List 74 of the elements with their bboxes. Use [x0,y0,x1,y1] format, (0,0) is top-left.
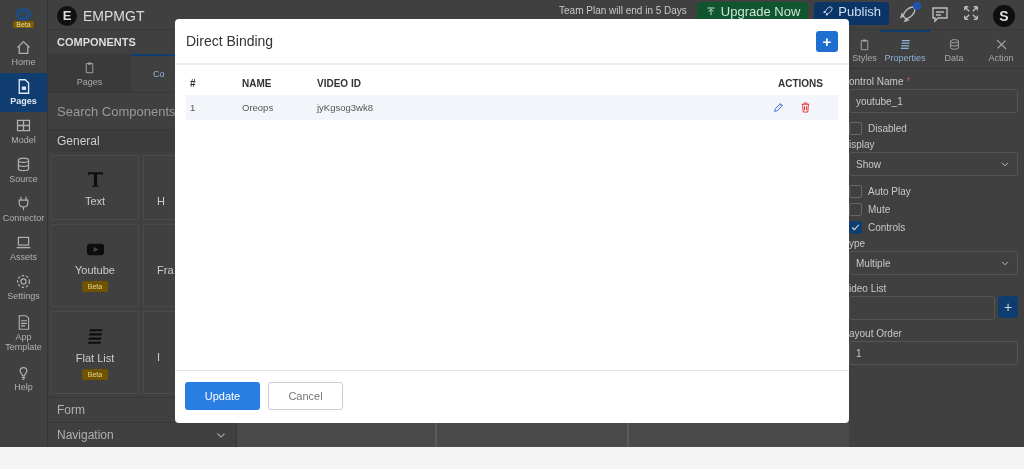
checkbox-label: Auto Play [868,185,911,197]
logo-icon [14,6,33,23]
field-label: ideo List [849,282,888,296]
project-name: EMPMGT [83,7,145,24]
sidebar-item[interactable]: Model [0,112,47,151]
field-label: isplay [849,138,876,152]
column-header: NAME [242,77,272,89]
delete-icon[interactable] [799,101,812,114]
rocket-icon [822,5,835,17]
component-label: Fra [157,263,174,276]
column-header: VIDEO ID [317,77,361,89]
text-field[interactable]: 1 [849,341,1018,365]
project-logo: E [57,5,77,26]
database-icon [947,37,961,51]
column-header: ACTIONS [778,77,823,89]
database-icon [15,156,32,174]
add-button[interactable]: + [816,30,838,52]
cancel-button[interactable]: Cancel [268,382,343,410]
check-icon [850,221,861,233]
edit-icon[interactable] [772,101,785,114]
panel-tab[interactable]: Pages [48,54,131,92]
panel-tab[interactable]: Data [930,30,978,68]
section-label: Navigation [57,428,114,442]
table-cell-text: 1 [190,102,197,113]
checkbox[interactable] [849,202,862,216]
checkbox-label: Mute [868,203,891,215]
panel-title: COMPONENTS [57,36,136,48]
home-icon [15,39,32,57]
sidebar-item[interactable]: Assets [0,229,47,268]
table-cell-text: Oreops [242,102,275,113]
plan-notice: Team Plan will end in 5 Days [559,5,687,17]
sidebar-item[interactable]: Connector [0,190,47,229]
sidebar-item[interactable]: Source [0,151,47,190]
avatar[interactable]: S [993,4,1015,27]
panel-tab[interactable]: Properties [880,30,930,68]
sidebar-item[interactable]: Help [0,359,47,398]
add-button[interactable]: + [998,296,1018,318]
dropdown[interactable]: Multiple [849,251,1018,275]
checkbox-label: Controls [868,221,906,233]
component-card[interactable]: Text [51,155,139,220]
table-cell-text: jyKgsog3wk8 [317,102,374,113]
dialog-title: Direct Binding [186,33,274,49]
checkbox[interactable] [849,220,862,234]
text-field[interactable]: youtube_1 [849,89,1018,113]
component-label: Youtube [75,263,115,276]
checkbox[interactable] [849,184,862,198]
sidebar-item[interactable]: App Template [0,307,47,359]
upgrade-icon [704,5,717,17]
column-header: # [190,77,196,89]
tools-icon [994,37,1008,51]
text-field[interactable] [849,296,995,320]
chat-icon [930,4,950,24]
sidebar-item[interactable]: Pages [0,73,47,112]
field-label: ayout Order [849,327,903,341]
component-label: Flat List [75,351,115,364]
sidebar-item[interactable]: Home [0,34,47,73]
dropdown[interactable]: Show [849,152,1018,176]
component-label: I [157,350,161,363]
checkbox[interactable] [849,121,862,135]
clipboard-icon [83,61,96,74]
component-label: H [157,194,165,207]
fullscreen-icon [962,4,980,22]
sidebar-item[interactable]: Settings [0,268,47,307]
section-label: Form [57,403,85,417]
field-label: ontrol Name * [849,75,912,89]
component-label: Text [84,194,106,207]
update-button[interactable]: Update [185,382,260,410]
panel-tab[interactable]: Styles [849,30,880,68]
checkbox-label: Disabled [868,122,907,134]
list-icon [898,37,912,51]
clipboard-icon [858,37,871,51]
field-label: ype [849,237,867,251]
panel-tab[interactable]: Action [978,30,1024,68]
settings-icon [15,273,32,291]
